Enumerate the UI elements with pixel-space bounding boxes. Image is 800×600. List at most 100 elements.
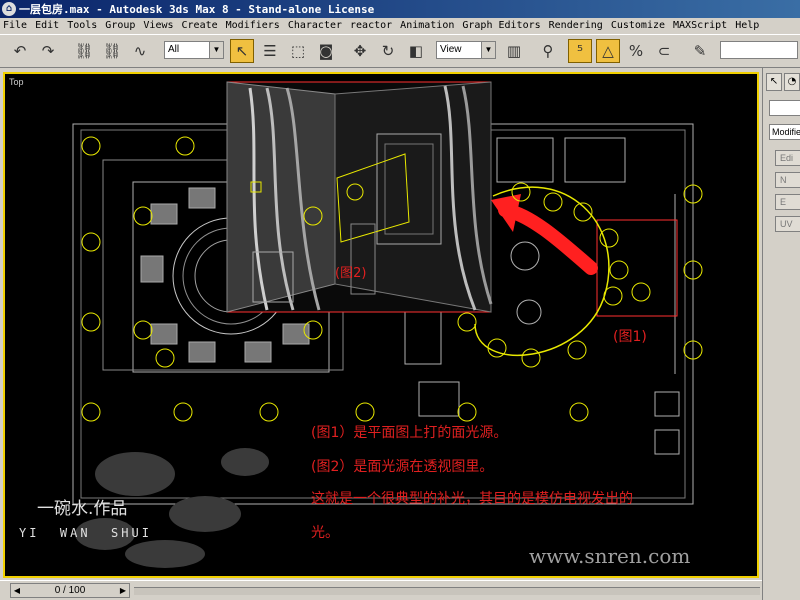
move-icon[interactable]: ✥ xyxy=(348,39,372,63)
menu-modifiers[interactable]: Modifiers xyxy=(226,18,280,34)
title-bar: ⌂ 一层包房.max - Autodesk 3ds Max 8 - Stand-… xyxy=(0,0,800,18)
omni-light xyxy=(631,282,651,302)
chevron-left-icon[interactable]: ◀ xyxy=(11,584,23,597)
sofa-left xyxy=(496,137,554,183)
percent-snap-icon[interactable]: % xyxy=(624,39,648,63)
app-icon[interactable]: ⌂ xyxy=(2,2,16,16)
modifier-button-4[interactable]: UV xyxy=(775,216,800,232)
fig2-label: (图2) xyxy=(335,266,367,281)
modify-tab-icon[interactable]: ◔ xyxy=(784,73,800,91)
chair xyxy=(188,341,216,363)
select-by-name-icon[interactable]: ☰ xyxy=(258,39,282,63)
rectangular-selection-icon[interactable]: ⬚ xyxy=(286,39,310,63)
window-title: 一层包房.max - Autodesk 3ds Max 8 - Stand-al… xyxy=(19,3,375,16)
selection-filter-select[interactable]: All ▼ xyxy=(164,41,224,59)
omni-light xyxy=(173,402,193,422)
menu-file[interactable]: File xyxy=(3,18,27,34)
omni-light xyxy=(457,402,477,422)
named-selection-icon[interactable]: ✎ xyxy=(688,39,712,63)
omni-light xyxy=(175,136,195,156)
menu-customize[interactable]: Customize xyxy=(611,18,665,34)
annotation-line-1: (图1）是平面图上打的面光源。 xyxy=(311,425,508,441)
omni-light xyxy=(81,232,101,252)
omni-light xyxy=(133,320,153,340)
window-crossing-icon[interactable]: ◙ xyxy=(314,39,338,63)
chair xyxy=(150,323,178,345)
redo-icon[interactable]: ↷ xyxy=(36,39,60,63)
create-tab-icon[interactable]: ↖ xyxy=(766,73,782,91)
menu-help[interactable]: Help xyxy=(735,18,759,34)
omni-light xyxy=(543,192,563,212)
omni-light xyxy=(259,402,279,422)
select-link-icon[interactable]: ⛓ xyxy=(72,39,96,63)
object-name-field[interactable] xyxy=(769,100,800,116)
signature-pinyin: YI WAN SHUI xyxy=(19,526,152,540)
menu-group[interactable]: Group xyxy=(105,18,135,34)
chair xyxy=(150,203,178,225)
fig1-label: (图1) xyxy=(613,329,647,345)
speaker-box-2 xyxy=(654,429,680,455)
pivot-center-icon[interactable]: ▥ xyxy=(502,39,526,63)
chair xyxy=(188,187,216,209)
menu-animation[interactable]: Animation xyxy=(400,18,454,34)
spinner-snap-icon[interactable]: ⊂ xyxy=(652,39,676,63)
omni-light xyxy=(567,340,587,360)
omni-light xyxy=(457,312,477,332)
omni-light xyxy=(511,182,531,202)
menu-bar: File Edit Tools Group Views Create Modif… xyxy=(0,18,800,34)
main-toolbar: ↶ ↷ ⛓ ⛓ ∿ All ▼ ↖ ☰ ⬚ ◙ ✥ ↻ ◧ View ▼ ▥ ⚲ ⁵… xyxy=(0,34,800,68)
modifier-button-1[interactable]: Edi xyxy=(775,150,800,166)
angle-snap-icon[interactable]: △ xyxy=(596,39,620,63)
omni-light xyxy=(355,402,375,422)
menu-edit[interactable]: Edit xyxy=(35,18,59,34)
bind-space-warp-icon[interactable]: ∿ xyxy=(128,39,152,63)
track-bar[interactable] xyxy=(134,587,760,595)
scale-icon[interactable]: ◧ xyxy=(404,39,428,63)
watermark-text: www.snren.com xyxy=(529,544,691,568)
viewport-label[interactable]: Top xyxy=(9,77,24,87)
menu-character[interactable]: Character xyxy=(288,18,342,34)
omni-light xyxy=(521,348,541,368)
chevron-down-icon[interactable]: ▼ xyxy=(481,42,495,58)
manipulate-icon[interactable]: ⚲ xyxy=(536,39,560,63)
omni-light xyxy=(603,286,623,306)
undo-icon[interactable]: ↶ xyxy=(8,39,32,63)
named-selection-sets-field[interactable] xyxy=(720,41,798,59)
modifier-button-2[interactable]: N xyxy=(775,172,800,188)
chair xyxy=(244,341,272,363)
modifier-button-3[interactable]: E xyxy=(775,194,800,210)
rotate-icon[interactable]: ↻ xyxy=(376,39,400,63)
time-slider[interactable]: ◀ 0 / 100 ▶ xyxy=(10,583,130,598)
signature-title: 一碗水.作品 xyxy=(37,499,128,519)
annotation-line-4: 光。 xyxy=(311,525,339,541)
unlink-icon[interactable]: ⛓ xyxy=(100,39,124,63)
reference-coordinate-select[interactable]: View ▼ xyxy=(436,41,496,59)
annotation-line-2: (图2）是面光源在透视图里。 xyxy=(311,459,494,475)
omni-light xyxy=(81,402,101,422)
omni-light xyxy=(569,402,589,422)
command-panel: ↖ ◔ Modifier Edi N E UV xyxy=(762,68,800,600)
menu-maxscript[interactable]: MAXScript xyxy=(673,18,727,34)
chevron-right-icon[interactable]: ▶ xyxy=(117,584,129,597)
menu-views[interactable]: Views xyxy=(143,18,173,34)
top-viewport[interactable]: Top (图2) (图1) (图1）是平面图上打的面光源。 (图2）是面光源在透… xyxy=(3,72,759,578)
doorway xyxy=(404,303,442,365)
select-object-icon[interactable]: ↖ xyxy=(230,39,254,63)
menu-graph-editors[interactable]: Graph Editors xyxy=(462,18,540,34)
plant-pot xyxy=(516,299,542,325)
side-table xyxy=(510,241,540,271)
omni-light xyxy=(599,228,619,248)
omni-light xyxy=(487,338,507,358)
speaker-box-1 xyxy=(654,391,680,417)
menu-rendering[interactable]: Rendering xyxy=(549,18,603,34)
menu-tools[interactable]: Tools xyxy=(67,18,97,34)
omni-light xyxy=(155,348,175,368)
menu-create[interactable]: Create xyxy=(182,18,218,34)
snap-toggle-icon[interactable]: ⁵ xyxy=(568,39,592,63)
chair xyxy=(140,255,164,283)
omni-light xyxy=(609,260,629,280)
omni-light xyxy=(133,206,153,226)
modifier-list-select[interactable]: Modifier xyxy=(769,124,800,140)
menu-reactor[interactable]: reactor xyxy=(350,18,392,34)
chevron-down-icon[interactable]: ▼ xyxy=(209,42,223,58)
